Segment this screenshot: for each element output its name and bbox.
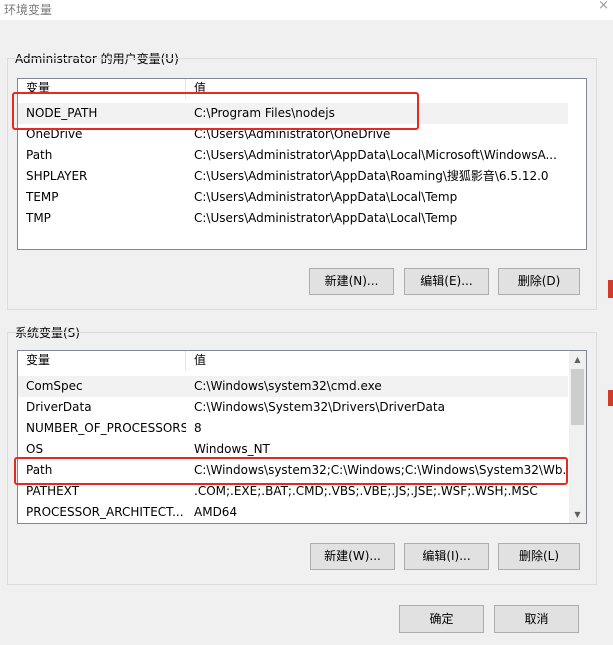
var-name: SHPLAYER [26,169,88,183]
edge-artifact [608,390,613,406]
system-var-row-driverdata[interactable]: DriverData C:\Windows\System32\Drivers\D… [18,397,568,418]
system-vars-scrollbar[interactable]: ▲ ▼ [569,351,586,523]
cancel-button[interactable]: 取消 [494,605,579,633]
user-var-row-shplayer[interactable]: SHPLAYER C:\Users\Administrator\AppData\… [18,166,568,187]
system-edit-button[interactable]: 编辑(I)... [404,543,489,570]
var-value: C:\Users\Administrator\AppData\Local\Tem… [194,190,458,204]
var-name: ComSpec [26,379,83,393]
var-name: DriverData [26,400,92,414]
var-name: TMP [26,211,51,225]
system-var-row-number-of-processors[interactable]: NUMBER_OF_PROCESSORS 8 [18,418,568,439]
var-value: C:\Windows\system32\cmd.exe [194,379,382,393]
ok-button[interactable]: 确定 [399,605,484,633]
user-new-button[interactable]: 新建(N)... [309,268,394,295]
var-name: Path [26,148,53,162]
var-value: AMD64 [194,505,238,519]
node-path-highlight-box [12,92,419,130]
scroll-thumb[interactable] [571,369,584,425]
window-title: 环境变量 [4,3,53,17]
scroll-down-arrow-icon[interactable]: ▼ [569,506,586,523]
var-value: C:\Windows\System32\Drivers\DriverData [194,400,445,414]
var-value: 8 [194,421,202,435]
user-var-row-temp[interactable]: TEMP C:\Users\Administrator\AppData\Loca… [18,187,568,208]
column-header-variable[interactable]: 变量 [18,351,186,371]
var-value: C:\Users\Administrator\AppData\Roaming\搜… [194,169,549,183]
close-icon[interactable]: × [598,0,609,13]
system-delete-button[interactable]: 删除(L) [498,543,580,570]
environment-variables-dialog: 环境变量 × Administrator 的用户变量(U) 变量 值 NODE_… [0,0,613,645]
var-name: TEMP [26,190,59,204]
var-name: PROCESSOR_ARCHITECT... [26,505,184,519]
column-header-value[interactable]: 值 [186,351,568,371]
system-new-button[interactable]: 新建(W)... [310,543,395,570]
edge-artifact [608,280,613,298]
var-name: NUMBER_OF_PROCESSORS [26,421,186,435]
system-vars-header: 变量 值 [18,351,568,371]
system-var-row-processor-architecture[interactable]: PROCESSOR_ARCHITECT... AMD64 [18,502,568,523]
user-delete-button[interactable]: 删除(D) [498,268,580,295]
user-edit-button[interactable]: 编辑(E)... [404,268,489,295]
user-var-row-path[interactable]: Path C:\Users\Administrator\AppData\Loca… [18,145,568,166]
path-highlight-box [14,457,568,485]
title-bar: 环境变量 × [0,0,613,20]
user-var-row-tmp[interactable]: TMP C:\Users\Administrator\AppData\Local… [18,208,568,229]
system-vars-list[interactable]: 变量 值 ComSpec C:\Windows\system32\cmd.exe… [17,350,587,524]
var-value: C:\Users\Administrator\AppData\Local\Tem… [194,211,458,225]
var-value: C:\Users\Administrator\AppData\Local\Mic… [194,148,557,162]
system-var-row-comspec[interactable]: ComSpec C:\Windows\system32\cmd.exe [18,376,568,397]
scroll-up-arrow-icon[interactable]: ▲ [569,351,586,368]
